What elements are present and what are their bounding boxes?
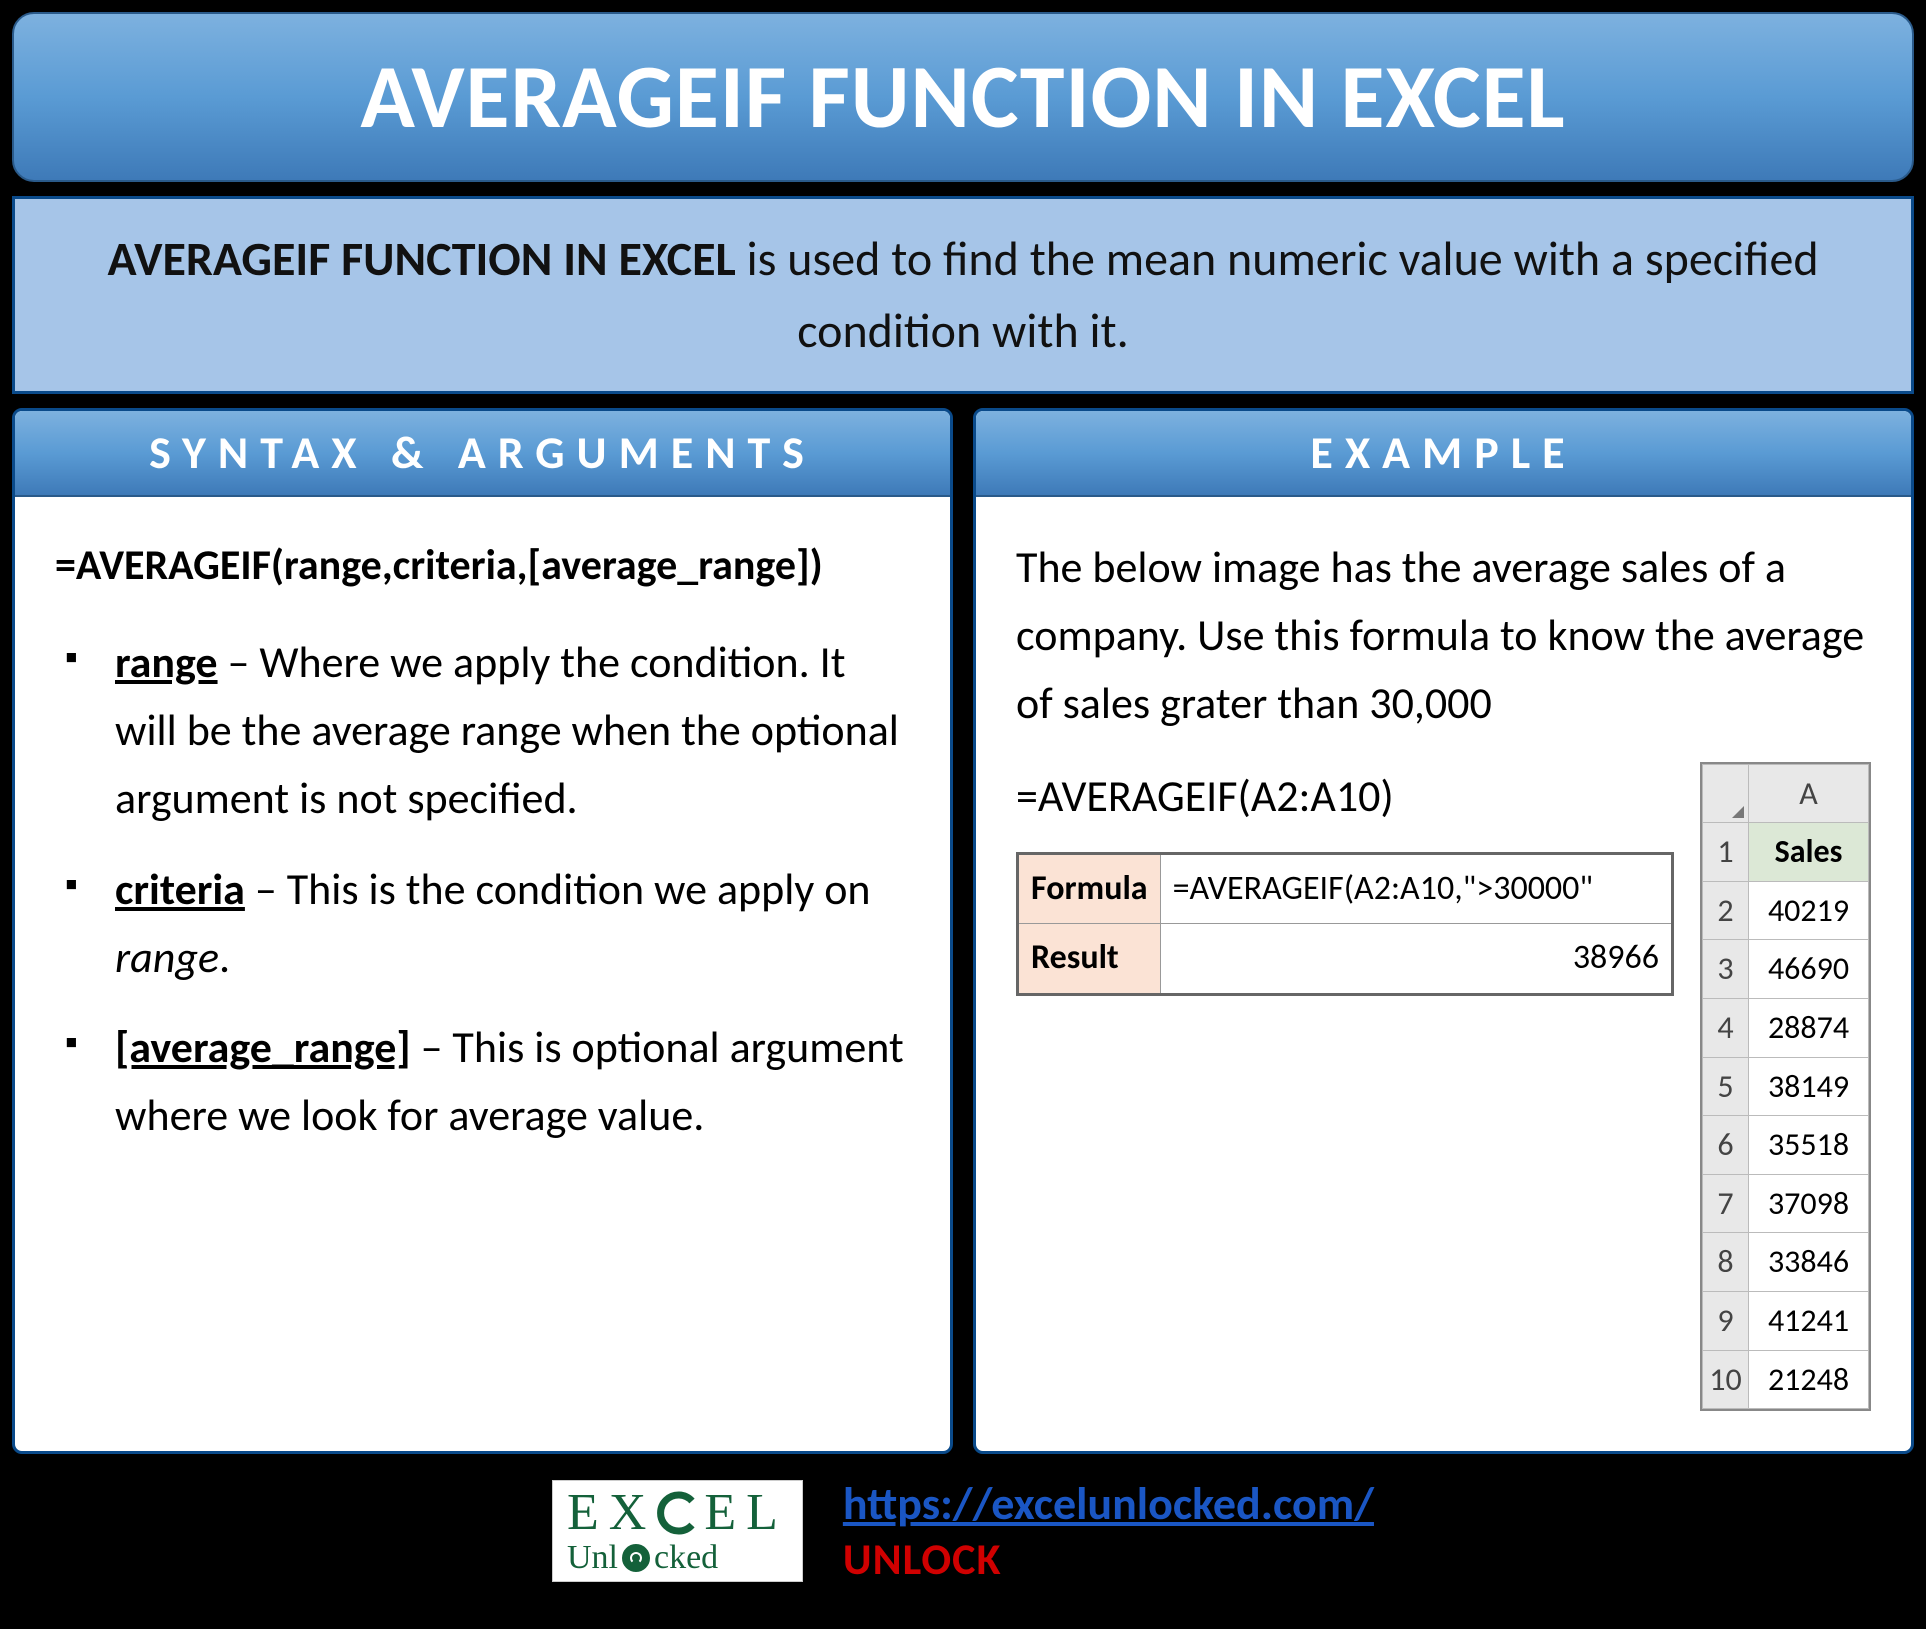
table-row: 538149 (1703, 1057, 1869, 1116)
logo-text-top: EX EL (567, 1487, 788, 1539)
page-title: AVERAGEIF FUNCTION IN EXCEL (12, 12, 1914, 182)
grid-rownum: 1 (1703, 823, 1749, 882)
formula-label-cell: Formula (1018, 853, 1161, 924)
syntax-header: SYNTAX & ARGUMENTS (15, 411, 950, 497)
grid-rownum: 10 (1703, 1350, 1749, 1409)
grid-cell: 46690 (1749, 940, 1869, 999)
table-row: 346690 (1703, 940, 1869, 999)
logo-c-icon (656, 1489, 704, 1537)
arg-range: range – Where we apply the condition. It… (65, 628, 910, 833)
arg-criteria: criteria – This is the condition we appl… (65, 855, 910, 991)
grid-rownum: 9 (1703, 1291, 1749, 1350)
grid-cell: 40219 (1749, 881, 1869, 940)
table-row: 635518 (1703, 1116, 1869, 1175)
example-description: The below image has the average sales of… (1016, 533, 1871, 738)
table-row: Result 38966 (1018, 924, 1673, 995)
subtitle-bold: AVERAGEIF FUNCTION IN EXCEL (107, 229, 735, 288)
table-row: 833846 (1703, 1233, 1869, 1292)
argument-list: range – Where we apply the condition. It… (55, 628, 910, 1149)
arg-desc: – Where we apply the condition. It will … (115, 635, 899, 825)
grid-rownum: 5 (1703, 1057, 1749, 1116)
example-left-column: =AVERAGEIF(A2:A10) Formula =AVERAGEIF(A2… (1016, 762, 1674, 997)
subtitle-rest: is used to find the mean numeric value w… (736, 229, 1819, 360)
table-row: 240219 (1703, 881, 1869, 940)
grid-rownum: 7 (1703, 1174, 1749, 1233)
grid-cell-header: Sales (1749, 823, 1869, 882)
table-row: Formula =AVERAGEIF(A2:A10,">30000" (1018, 853, 1673, 924)
grid-corner (1703, 764, 1749, 823)
grid-header-row: A (1703, 764, 1869, 823)
subtitle-bar: AVERAGEIF FUNCTION IN EXCEL is used to f… (12, 196, 1914, 394)
grid-cell: 28874 (1749, 998, 1869, 1057)
arg-desc: – This is the condition we apply on (245, 862, 871, 916)
arg-name: criteria (115, 862, 245, 916)
grid-cell: 35518 (1749, 1116, 1869, 1175)
grid-rownum: 3 (1703, 940, 1749, 999)
unlock-text: UNLOCK (843, 1532, 1002, 1586)
example-panel: EXAMPLE The below image has the average … (973, 408, 1914, 1454)
website-link[interactable]: https://excelunlocked.com/ (843, 1476, 1374, 1532)
table-row: 428874 (1703, 998, 1869, 1057)
syntax-body: =AVERAGEIF(range,criteria,[average_range… (15, 497, 950, 1211)
footer-links: https://excelunlocked.com/ UNLOCK (843, 1476, 1374, 1586)
arg-desc-after: . (219, 930, 230, 984)
example-body: The below image has the average sales of… (976, 497, 1911, 1451)
grid-rownum: 8 (1703, 1233, 1749, 1292)
grid-rownum: 4 (1703, 998, 1749, 1057)
formula-value-cell: =AVERAGEIF(A2:A10,">30000" (1160, 853, 1672, 924)
result-label-cell: Result (1018, 924, 1161, 995)
footer: EX EL Unl cked https://excelunlocked.com… (12, 1468, 1914, 1586)
syntax-panel: SYNTAX & ARGUMENTS =AVERAGEIF(range,crit… (12, 408, 953, 1454)
lock-icon (622, 1544, 650, 1572)
panels-row: SYNTAX & ARGUMENTS =AVERAGEIF(range,crit… (12, 408, 1914, 1454)
grid-cell: 21248 (1749, 1350, 1869, 1409)
table-row: 941241 (1703, 1291, 1869, 1350)
syntax-formula: =AVERAGEIF(range,criteria,[average_range… (55, 533, 910, 598)
arg-name: range (115, 635, 218, 689)
grid-rownum: 6 (1703, 1116, 1749, 1175)
grid-cell: 41241 (1749, 1291, 1869, 1350)
infographic-container: AVERAGEIF FUNCTION IN EXCEL AVERAGEIF FU… (12, 12, 1914, 1586)
table-row: 1Sales (1703, 823, 1869, 882)
table-row: 1021248 (1703, 1350, 1869, 1409)
grid-col-header: A (1749, 764, 1869, 823)
table-row: 737098 (1703, 1174, 1869, 1233)
formula-result-table: Formula =AVERAGEIF(A2:A10,">30000" Resul… (1016, 852, 1674, 996)
example-header: EXAMPLE (976, 411, 1911, 497)
example-content-row: =AVERAGEIF(A2:A10) Formula =AVERAGEIF(A2… (1016, 762, 1871, 1412)
grid-cell: 33846 (1749, 1233, 1869, 1292)
arg-average-range: [average_range] – This is optional argum… (65, 1013, 910, 1149)
arg-name: [average_range] (115, 1020, 411, 1074)
excel-unlocked-logo: EX EL Unl cked (552, 1480, 803, 1582)
example-short-formula: =AVERAGEIF(A2:A10) (1016, 762, 1674, 830)
result-value-cell: 38966 (1160, 924, 1672, 995)
arg-desc-italic: range (115, 930, 219, 984)
grid-rownum: 2 (1703, 881, 1749, 940)
excel-data-grid: A 1Sales 240219 346690 428874 538149 635… (1700, 762, 1871, 1412)
grid-cell: 38149 (1749, 1057, 1869, 1116)
grid-cell: 37098 (1749, 1174, 1869, 1233)
logo-text-bottom: Unl cked (567, 1541, 718, 1575)
